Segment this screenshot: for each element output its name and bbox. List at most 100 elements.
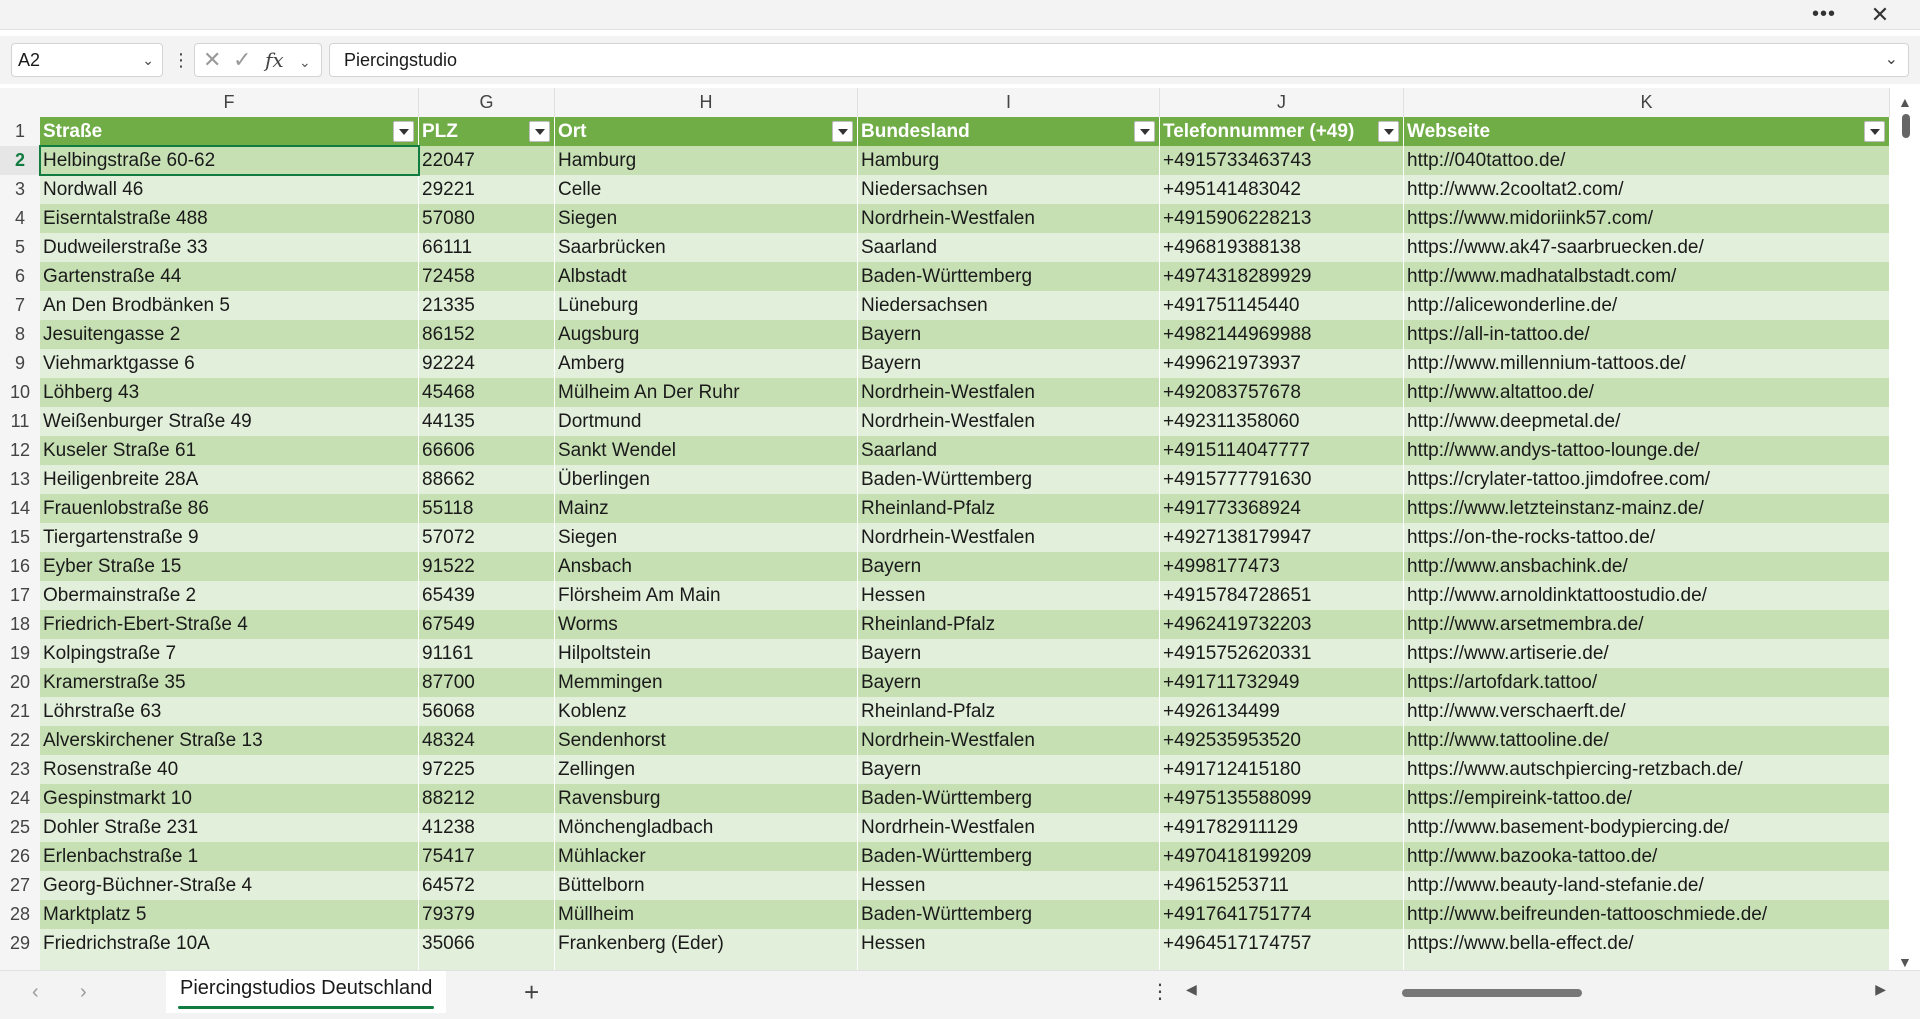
table-cell[interactable]: Gespinstmarkt 10 (40, 784, 419, 813)
table-cell[interactable]: Hessen (858, 871, 1160, 900)
table-cell[interactable] (555, 958, 858, 970)
row-number[interactable]: 10 (0, 378, 40, 407)
table-cell[interactable]: http://www.andys-tattoo-lounge.de/ (1404, 436, 1890, 465)
table-cell[interactable]: Albstadt (555, 262, 858, 291)
table-cell[interactable]: +492535953520 (1160, 726, 1404, 755)
more-vertical-icon[interactable]: ⋮ (1150, 979, 1170, 1004)
row-number[interactable]: 13 (0, 465, 40, 494)
filter-dropdown-icon[interactable] (1864, 121, 1885, 142)
table-cell[interactable]: http://www.2cooltat2.com/ (1404, 175, 1890, 204)
table-cell[interactable]: 55118 (419, 494, 555, 523)
table-cell[interactable]: Dortmund (555, 407, 858, 436)
table-cell[interactable]: Kramerstraße 35 (40, 668, 419, 697)
table-cell[interactable]: 66606 (419, 436, 555, 465)
spreadsheet-grid[interactable]: F G H I J K 1 Straße PLZ Ort Bundesland Telefonnumm… (0, 88, 1890, 970)
table-cell[interactable]: Hamburg (858, 146, 1160, 175)
table-cell[interactable]: https://on-the-rocks-tattoo.de/ (1404, 523, 1890, 552)
table-cell[interactable]: Heiligenbreite 28A (40, 465, 419, 494)
table-cell[interactable]: +496819388138 (1160, 233, 1404, 262)
sheet-tab-active[interactable]: Piercingstudios Deutschland (166, 971, 447, 1013)
row-number[interactable]: 11 (0, 407, 40, 436)
table-cell[interactable]: Marktplatz 5 (40, 900, 419, 929)
table-cell[interactable]: Nordrhein-Westfalen (858, 407, 1160, 436)
table-cell[interactable]: Baden-Württemberg (858, 465, 1160, 494)
table-cell[interactable]: +491782911129 (1160, 813, 1404, 842)
next-sheet-icon[interactable]: › (80, 981, 87, 1004)
table-cell[interactable]: +4915784728651 (1160, 581, 1404, 610)
table-cell[interactable]: Dohler Straße 231 (40, 813, 419, 842)
table-cell[interactable]: 86152 (419, 320, 555, 349)
header-cell[interactable]: Telefonnummer (+49) (1160, 117, 1404, 146)
table-cell[interactable]: +491711732949 (1160, 668, 1404, 697)
filter-dropdown-icon[interactable] (393, 121, 414, 142)
table-cell[interactable]: Bayern (858, 668, 1160, 697)
table-cell[interactable]: 44135 (419, 407, 555, 436)
table-cell[interactable]: Saarbrücken (555, 233, 858, 262)
table-cell[interactable]: Bayern (858, 320, 1160, 349)
table-cell[interactable]: 48324 (419, 726, 555, 755)
filter-dropdown-icon[interactable] (1134, 121, 1155, 142)
table-cell[interactable]: Obermainstraße 2 (40, 581, 419, 610)
table-cell[interactable]: Siegen (555, 204, 858, 233)
column-header[interactable]: J (1160, 88, 1404, 117)
table-cell[interactable]: Bayern (858, 639, 1160, 668)
vertical-scrollbar[interactable]: ▲ ▼ (1890, 88, 1920, 970)
table-cell[interactable]: http://www.madhatalbstadt.com/ (1404, 262, 1890, 291)
table-cell[interactable]: +4982144969988 (1160, 320, 1404, 349)
table-cell[interactable]: 79379 (419, 900, 555, 929)
table-cell[interactable]: Bayern (858, 349, 1160, 378)
column-header[interactable]: G (419, 88, 555, 117)
table-cell[interactable]: +4962419732203 (1160, 610, 1404, 639)
table-cell[interactable]: http://www.beauty-land-stefanie.de/ (1404, 871, 1890, 900)
scroll-up-icon[interactable]: ▲ (1898, 94, 1912, 110)
table-cell[interactable]: Rheinland-Pfalz (858, 494, 1160, 523)
table-cell[interactable]: Koblenz (555, 697, 858, 726)
table-cell[interactable]: Mülheim An Der Ruhr (555, 378, 858, 407)
table-cell[interactable]: Überlingen (555, 465, 858, 494)
table-cell[interactable]: 66111 (419, 233, 555, 262)
table-cell[interactable]: Rheinland-Pfalz (858, 610, 1160, 639)
table-cell[interactable]: An Den Brodbänken 5 (40, 291, 419, 320)
horizontal-scroll-thumb[interactable] (1402, 989, 1582, 997)
table-cell[interactable]: +491712415180 (1160, 755, 1404, 784)
table-cell[interactable]: Friedrichstraße 10A (40, 929, 419, 958)
table-cell[interactable]: Siegen (555, 523, 858, 552)
table-cell[interactable]: Mönchengladbach (555, 813, 858, 842)
table-cell[interactable]: Memmingen (555, 668, 858, 697)
table-cell[interactable]: Gartenstraße 44 (40, 262, 419, 291)
row-number[interactable]: 21 (0, 697, 40, 726)
table-cell[interactable]: http://www.altattoo.de/ (1404, 378, 1890, 407)
table-cell[interactable]: 57072 (419, 523, 555, 552)
table-cell[interactable] (40, 958, 419, 970)
row-number[interactable]: 4 (0, 204, 40, 233)
table-cell[interactable]: Mühlacker (555, 842, 858, 871)
table-cell[interactable]: +492083757678 (1160, 378, 1404, 407)
table-cell[interactable]: http://www.tattooline.de/ (1404, 726, 1890, 755)
table-cell[interactable]: Büttelborn (555, 871, 858, 900)
row-number[interactable]: 18 (0, 610, 40, 639)
table-cell[interactable]: 91161 (419, 639, 555, 668)
row-number[interactable]: 3 (0, 175, 40, 204)
header-cell[interactable]: Bundesland (858, 117, 1160, 146)
table-cell[interactable] (1160, 958, 1404, 970)
formula-input[interactable]: Piercingstudio ⌄ (329, 43, 1909, 77)
row-number[interactable]: 22 (0, 726, 40, 755)
row-number[interactable]: 28 (0, 900, 40, 929)
table-cell[interactable]: Georg-Büchner-Straße 4 (40, 871, 419, 900)
table-cell[interactable]: Weißenburger Straße 49 (40, 407, 419, 436)
table-cell[interactable]: http://www.basement-bodypiercing.de/ (1404, 813, 1890, 842)
filter-dropdown-icon[interactable] (529, 121, 550, 142)
table-cell[interactable]: Ansbach (555, 552, 858, 581)
table-cell[interactable]: Bayern (858, 552, 1160, 581)
more-vertical-icon[interactable]: ⋮ (172, 48, 190, 74)
table-cell[interactable]: Kuseler Straße 61 (40, 436, 419, 465)
table-cell[interactable]: Zellingen (555, 755, 858, 784)
table-cell[interactable]: https://crylater-tattoo.jimdofree.com/ (1404, 465, 1890, 494)
row-number[interactable]: 2 (0, 146, 40, 175)
table-cell[interactable]: +4975135588099 (1160, 784, 1404, 813)
table-cell[interactable]: 57080 (419, 204, 555, 233)
header-cell[interactable]: PLZ (419, 117, 555, 146)
table-cell[interactable]: +492311358060 (1160, 407, 1404, 436)
table-cell[interactable]: +4915114047777 (1160, 436, 1404, 465)
table-cell[interactable]: Löhberg 43 (40, 378, 419, 407)
